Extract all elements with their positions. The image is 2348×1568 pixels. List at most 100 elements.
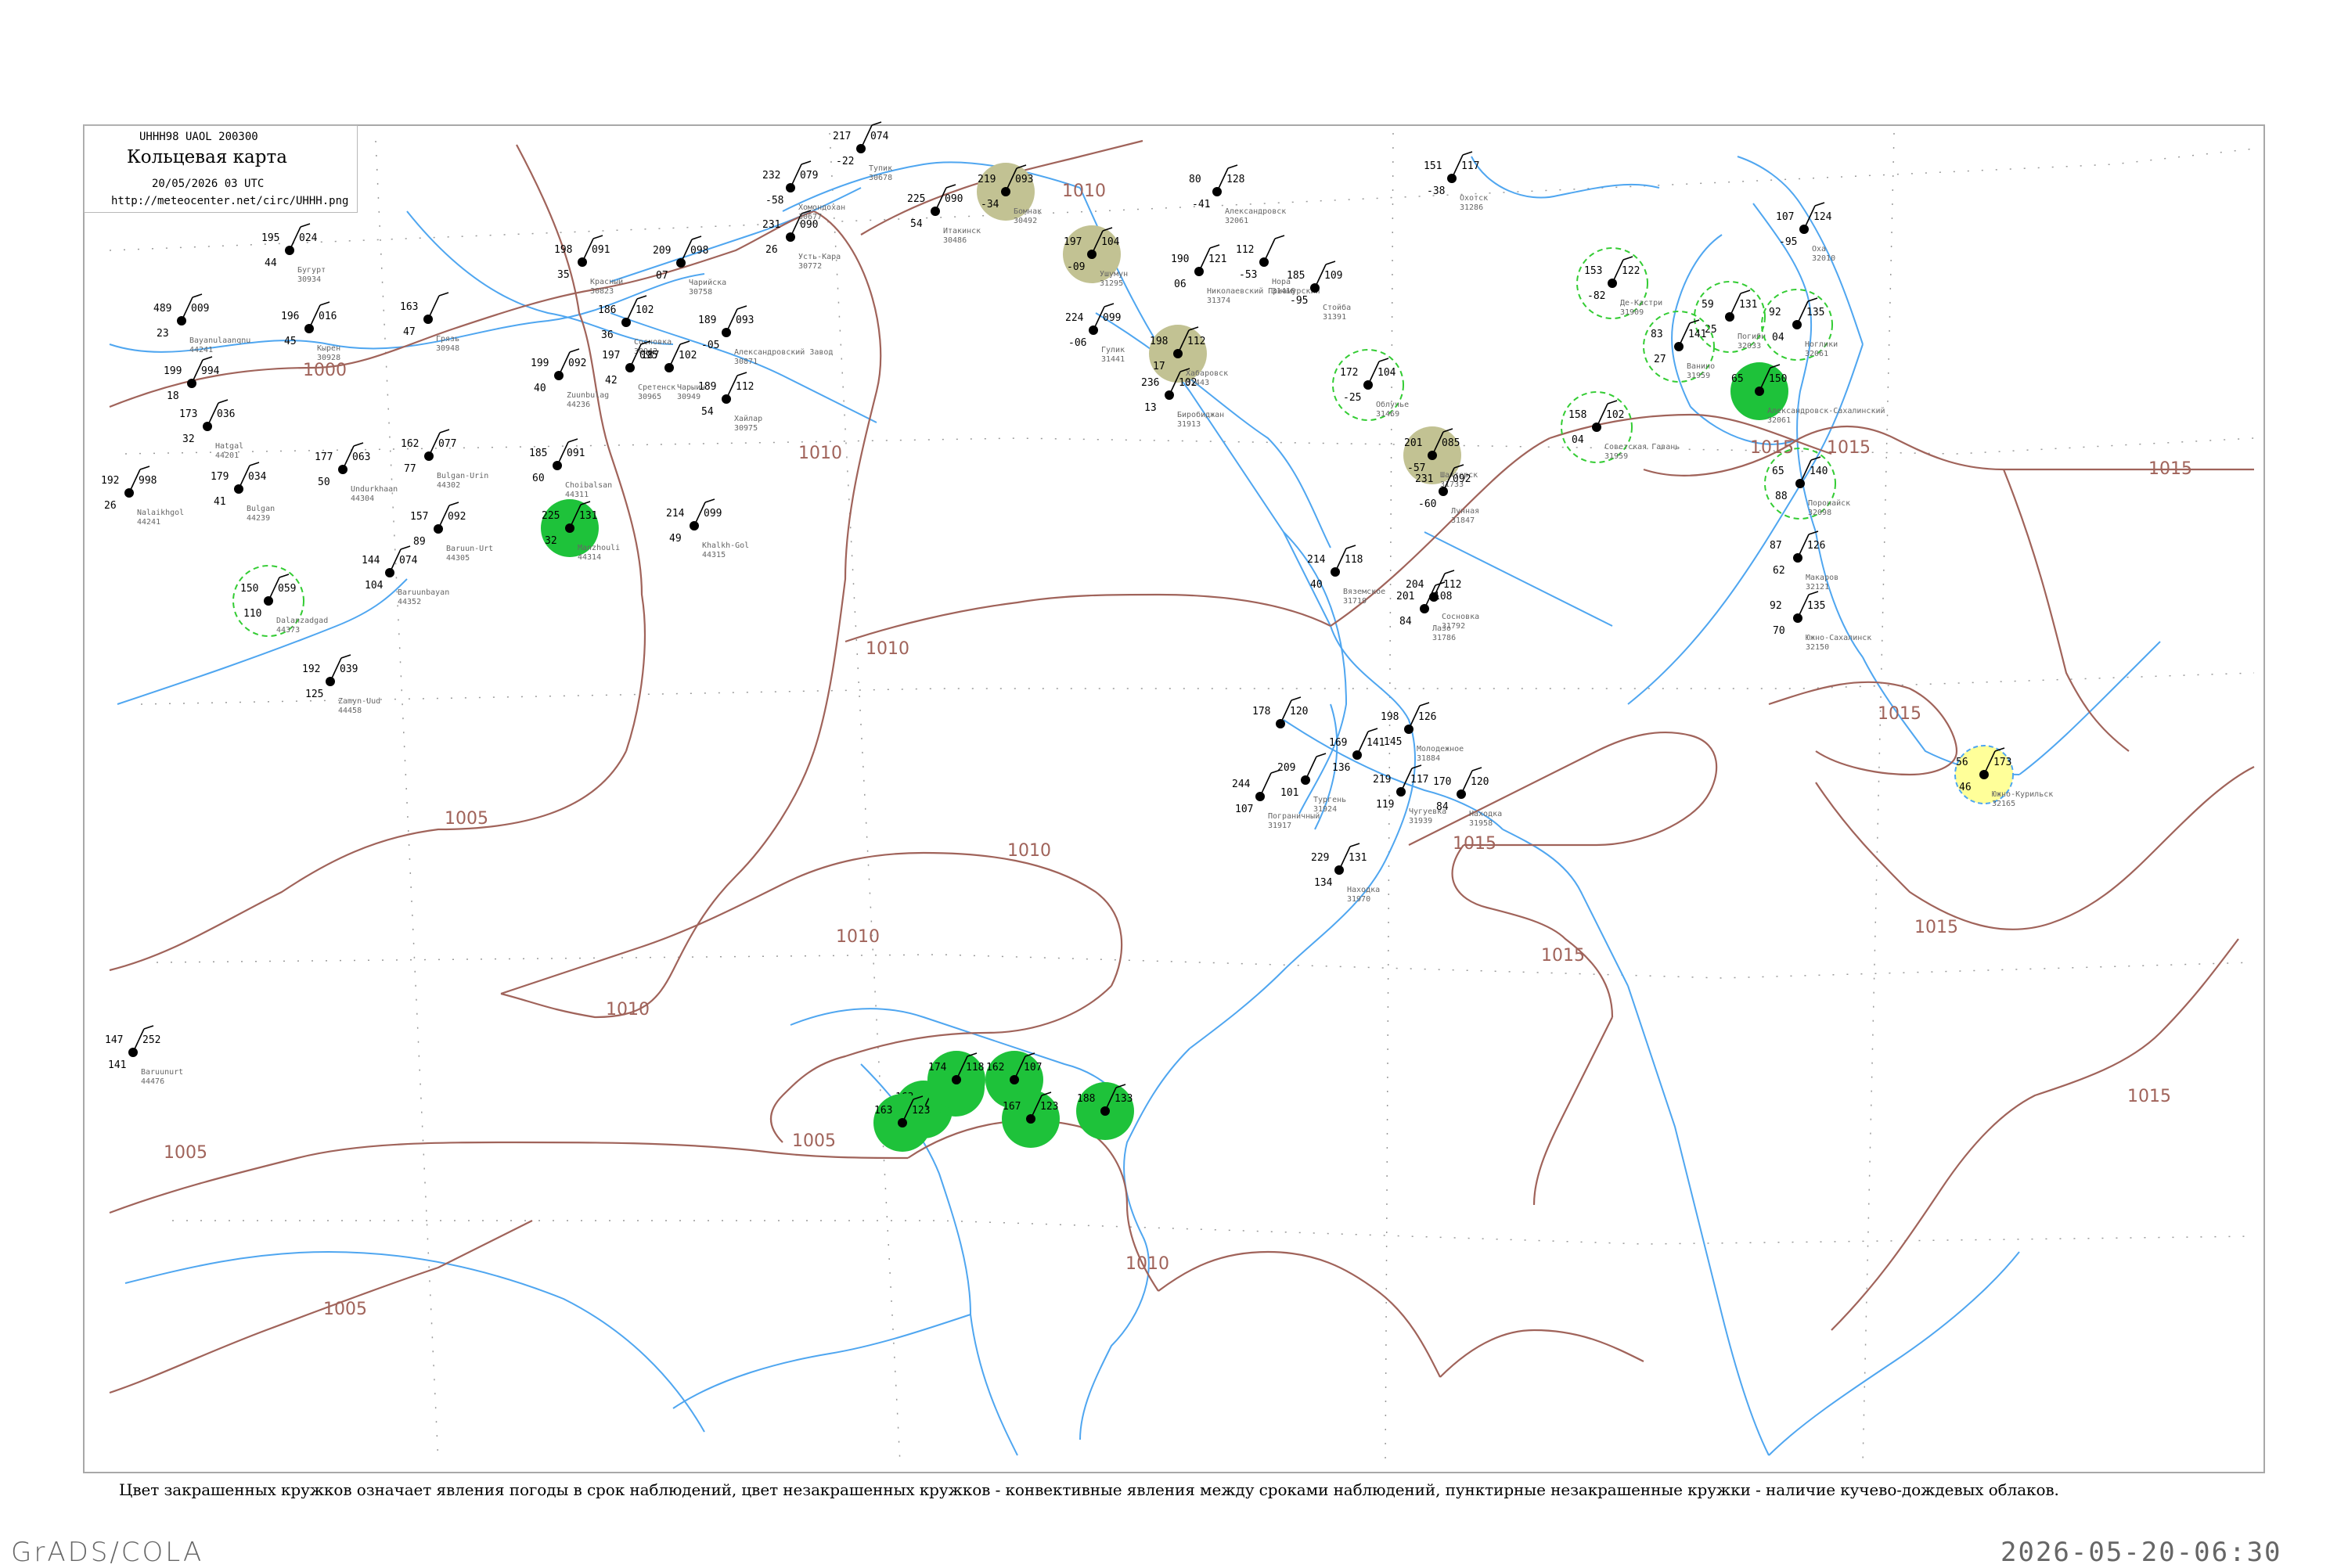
station-dewpoint: 32 — [545, 535, 557, 547]
isobar-label: 1015 — [1914, 918, 1958, 937]
wind-barb-icon — [340, 654, 351, 659]
station-id: 30772 — [798, 262, 822, 271]
station-pressure: 104 — [1101, 236, 1120, 248]
station-dewpoint: 47 — [403, 326, 416, 338]
station-dewpoint: 60 — [532, 473, 545, 484]
station-temperature: 157 — [410, 511, 428, 523]
station-temperature: 170 — [1433, 776, 1451, 788]
station-pressure: 107 — [1024, 1062, 1042, 1074]
wind-barb-icon — [736, 372, 747, 376]
station-plot: 56 173 46 Южно-Курильск32165 — [1954, 745, 2053, 808]
station-dewpoint: -05 — [701, 340, 719, 351]
station-temperature: 219 — [978, 174, 996, 185]
station-id: 32165 — [1992, 800, 2015, 808]
station-id: 32098 — [1808, 509, 1831, 517]
wind-barb-icon — [279, 574, 290, 578]
station-temperature: 209 — [653, 245, 671, 257]
station-id: 31909 — [1620, 308, 1644, 317]
station-dewpoint: 07 — [656, 270, 668, 282]
station-dewpoint: -41 — [1192, 199, 1210, 210]
station-id: 30928 — [317, 354, 340, 362]
station-name: Zuunbulag — [567, 391, 609, 400]
wind-barb-icon — [1471, 767, 1482, 771]
map-header: UHHH98 UAOL 200300 Кольцевая карта 20/05… — [84, 125, 358, 213]
isobar-label: 1005 — [323, 1300, 367, 1319]
station-plot: 173 036 32 Hatgal44201 — [179, 399, 243, 460]
wind-barb-icon — [192, 293, 203, 298]
synoptic-map: 1000 1005 1005 1005 1005 1010 1010 1010 … — [83, 121, 2265, 1473]
wind-barb-icon — [592, 235, 603, 239]
station-name: Бомнак — [1014, 207, 1042, 216]
station-name: Bulgan — [247, 505, 275, 513]
station-temperature: 209 — [1277, 762, 1295, 774]
station-id: 31959 — [1687, 372, 1710, 380]
station-name: Ушумун — [1100, 270, 1128, 279]
station-plot: 188 133 — [1076, 1082, 1134, 1140]
station-plot: 174 118 — [927, 1051, 985, 1109]
station-name: Сретенск — [638, 383, 675, 392]
station-name: Александровский Завод — [734, 347, 833, 357]
station-dewpoint: 23 — [157, 328, 169, 340]
station-name: Кырен — [317, 344, 340, 353]
station-id: 44314 — [578, 553, 601, 562]
station-plot: 65 140 88 Поронайск32098 — [1764, 448, 1850, 520]
station-dewpoint: -22 — [836, 156, 854, 167]
station-pressure: 131 — [1739, 299, 1757, 311]
station-plot: 197 104 -09 Ушумун31295 — [1063, 225, 1128, 288]
station-pressure: 117 — [1461, 160, 1479, 172]
station-pressure: 102 — [636, 304, 654, 316]
map-url[interactable]: http://meteocenter.net/circ/UHHH.png — [111, 195, 348, 207]
station-temperature: 162 — [401, 438, 419, 450]
station-dewpoint: 44 — [265, 257, 277, 269]
station-dewpoint: 18 — [167, 390, 179, 402]
isobar-label: 1015 — [1541, 946, 1585, 966]
wind-barb-icon — [1807, 297, 1818, 302]
station-dewpoint: 141 — [108, 1059, 126, 1071]
station-id: 31847 — [1451, 516, 1475, 525]
station-pressure: 173 — [1993, 757, 2011, 768]
isobar-label: 1010 — [1125, 1254, 1169, 1274]
station-pressure: 131 — [579, 510, 597, 522]
station-pressure: 093 — [736, 315, 754, 326]
station-pressure: 131 — [1349, 852, 1367, 864]
station-temperature: 167 — [1003, 1101, 1021, 1113]
station-dewpoint: 145 — [1384, 736, 1402, 748]
station-temperature: 59 — [1702, 299, 1714, 311]
station-pressure: 112 — [1187, 336, 1205, 347]
station-id: 44241 — [137, 518, 160, 527]
station-dewpoint: 84 — [1436, 801, 1449, 813]
station-temperature: 153 — [1584, 265, 1602, 277]
station-id: 44304 — [351, 494, 374, 503]
wind-barb-icon — [945, 184, 956, 189]
wind-barb-icon — [1462, 151, 1473, 156]
isobar-label: 1015 — [1878, 704, 1921, 724]
station-pressure: 133 — [1115, 1093, 1133, 1105]
station-temperature: 172 — [1340, 367, 1358, 379]
station-id: 44458 — [338, 707, 362, 715]
station-temperature: 144 — [362, 555, 380, 566]
station-name: Dalanzadgad — [276, 617, 328, 625]
wind-barb-icon — [691, 236, 702, 240]
station-pressure: 102 — [679, 350, 697, 361]
station-dewpoint: -95 — [1779, 236, 1797, 248]
station-temperature: 107 — [1776, 211, 1794, 223]
station-temperature: 224 — [1065, 312, 1084, 324]
station-dewpoint: -60 — [1418, 498, 1436, 510]
station-id: 31917 — [1268, 822, 1291, 830]
station-plot: 163 123 — [873, 1094, 931, 1152]
station-temperature: 197 — [1064, 236, 1082, 248]
station-dewpoint: 42 — [605, 375, 618, 387]
station-temperature: 189 — [698, 315, 716, 326]
wind-barb-icon — [448, 502, 459, 506]
station-plot: 489 009 23 Bayanulaanqnu44241 — [153, 293, 250, 354]
station-pressure: 091 — [592, 244, 610, 256]
station-temperature: 158 — [1568, 409, 1586, 421]
station-pressure: 024 — [299, 232, 318, 244]
station-temperature: 65 — [1772, 466, 1784, 477]
station-name: Южно-Сахалинск — [1806, 634, 1871, 642]
station-name: Оха — [1812, 245, 1826, 254]
station-name: Сосновка — [634, 338, 672, 347]
station-temperature: 163 — [874, 1105, 892, 1117]
station-name: Чарийска — [689, 278, 726, 287]
station-dewpoint: 40 — [1310, 579, 1323, 591]
